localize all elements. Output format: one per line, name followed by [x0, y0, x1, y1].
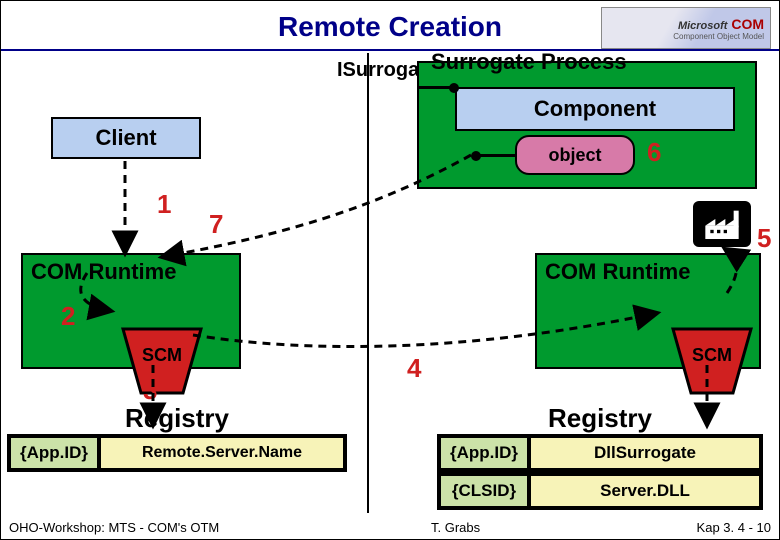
object-box: object — [515, 135, 635, 175]
registry-right-title: Registry — [437, 403, 763, 434]
scm-left-label: SCM — [121, 345, 203, 366]
isurrogate-line — [417, 86, 453, 89]
footer-left: OHO-Workshop: MTS - COM's OTM — [9, 520, 219, 535]
step-4: 4 — [407, 353, 421, 384]
component-box: Component — [455, 87, 735, 131]
step-1: 1 — [157, 189, 171, 220]
registry-right-val1: DllSurrogate — [529, 436, 761, 470]
logo-subtitle: Component Object Model — [673, 32, 764, 41]
logo-brand: Microsoft — [678, 20, 728, 32]
registry-left-key: {App.ID} — [9, 436, 99, 470]
registry-right-key2: {CLSID} — [439, 474, 529, 508]
registry-left: Registry {App.ID} Remote.Server.Name — [7, 403, 347, 472]
footer-right: Kap 3. 4 - 10 — [697, 520, 771, 535]
com-runtime-left: COM Runtime SCM — [21, 253, 241, 369]
registry-right-val2: Server.DLL — [529, 474, 761, 508]
scm-right-label: SCM — [671, 345, 753, 366]
logo-product: COM — [731, 16, 764, 32]
step-5: 5 — [757, 223, 771, 254]
com-runtime-left-label: COM Runtime — [31, 259, 231, 285]
registry-right: Registry {App.ID} DllSurrogate {CLSID} S… — [437, 403, 763, 510]
vertical-divider — [367, 53, 369, 513]
step-3: 3 — [143, 375, 157, 406]
registry-right-key1: {App.ID} — [439, 436, 529, 470]
com-runtime-right: COM Runtime SCM — [535, 253, 761, 369]
registry-left-title: Registry — [7, 403, 347, 434]
object-line — [477, 154, 517, 157]
client-box: Client — [51, 117, 201, 159]
com-runtime-right-label: COM Runtime — [545, 259, 751, 285]
surrogate-process-title: Surrogate Process — [431, 49, 627, 75]
step-2: 2 — [61, 301, 75, 332]
step-6: 6 — [647, 137, 661, 168]
step-7: 7 — [209, 209, 223, 240]
footer-mid: T. Grabs — [431, 520, 480, 535]
scm-left: SCM — [121, 327, 203, 395]
factory-icon — [693, 201, 751, 247]
diagram-stage: Client COM Runtime SCM Registry {App.ID}… — [7, 53, 773, 513]
scm-right: SCM — [671, 327, 753, 395]
registry-left-value: Remote.Server.Name — [99, 436, 345, 470]
brand-logo: Microsoft COM Component Object Model — [601, 7, 771, 49]
header-divider — [1, 49, 779, 51]
